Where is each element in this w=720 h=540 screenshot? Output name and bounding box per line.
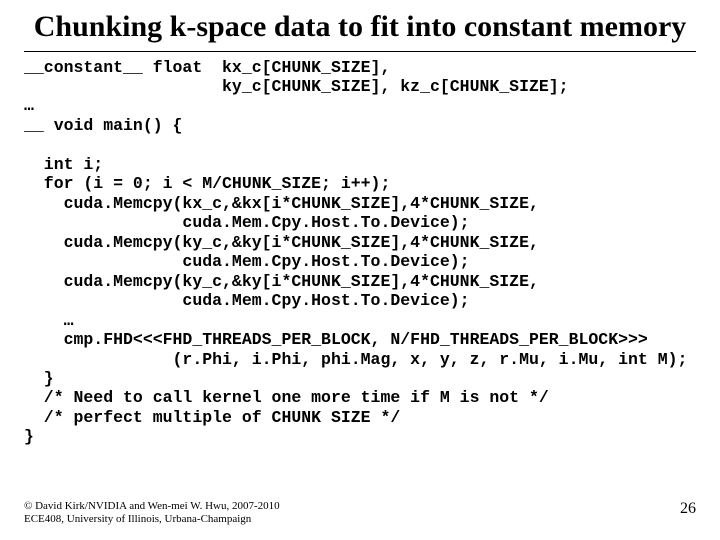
footer-line-2: ECE408, University of Illinois, Urbana-C… (24, 513, 280, 526)
title-divider (24, 51, 696, 52)
footer: © David Kirk/NVIDIA and Wen-mei W. Hwu, … (24, 500, 280, 526)
slide: Chunking k-space data to fit into consta… (0, 0, 720, 540)
footer-line-1: © David Kirk/NVIDIA and Wen-mei W. Hwu, … (24, 500, 280, 513)
slide-title: Chunking k-space data to fit into consta… (24, 10, 696, 45)
code-block: __constant__ float kx_c[CHUNK_SIZE], ky_… (24, 58, 696, 447)
page-number: 26 (680, 500, 696, 518)
